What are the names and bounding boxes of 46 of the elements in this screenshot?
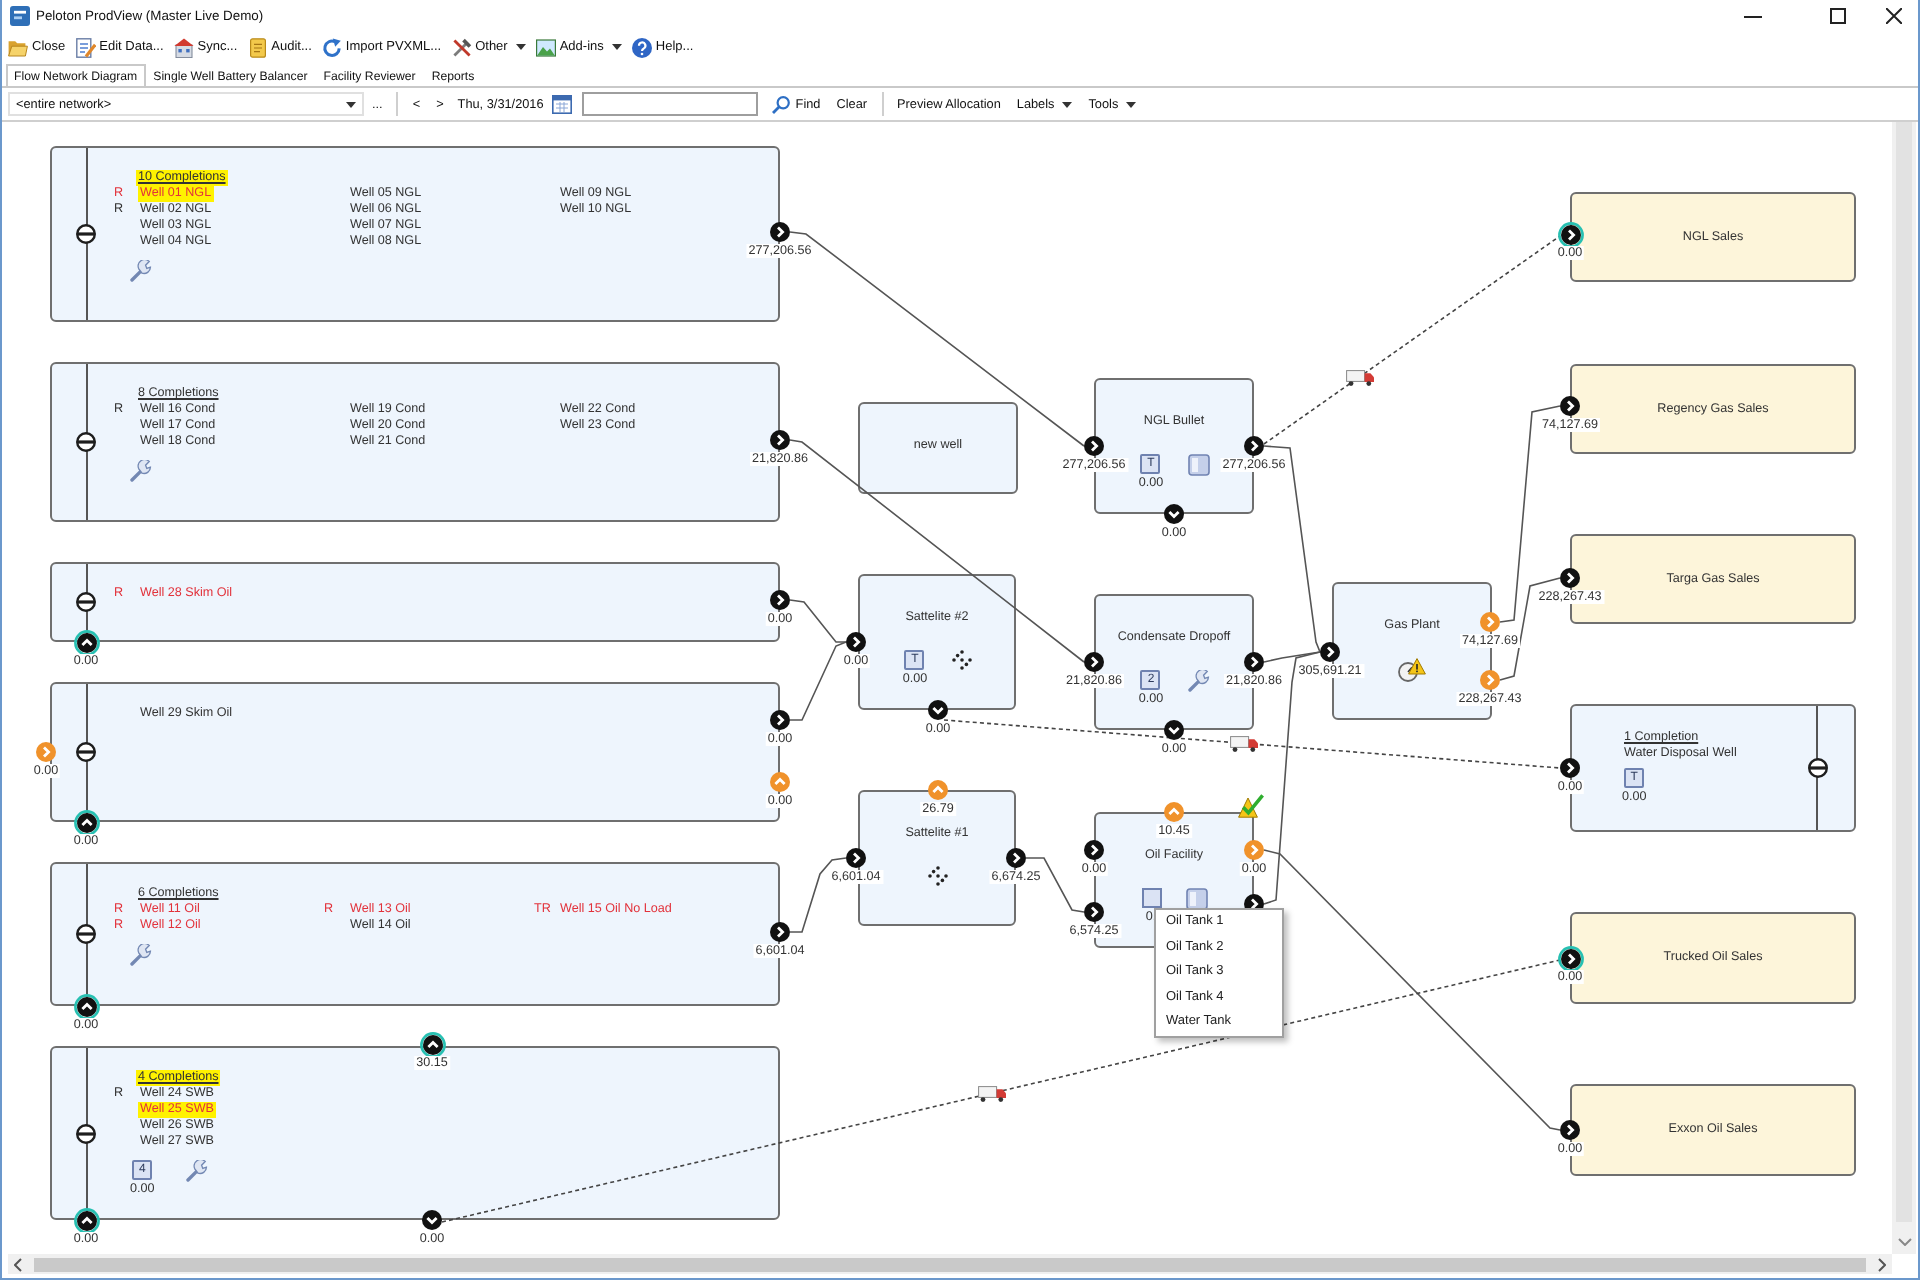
picture-icon [535,37,556,57]
scroll-left-icon[interactable] [14,1257,22,1271]
scrollbar-thumb[interactable] [1896,122,1912,1222]
truck-icon [978,1086,1006,1102]
edit-document-icon [75,37,96,57]
vertical-scrollbar[interactable] [1892,122,1916,1254]
maximize-icon[interactable] [1830,8,1846,24]
vessel-icon [1187,454,1210,476]
caret-icon [1062,101,1073,107]
search-field[interactable] [581,92,758,116]
minus-circle-icon [1808,758,1828,778]
minus-circle-icon [76,924,96,944]
close-icon[interactable] [1886,8,1902,24]
minus-circle-icon [76,224,96,244]
dots-icon [951,650,972,670]
scroll-icon [247,37,268,57]
minus-circle-icon [76,742,96,762]
calendar-icon[interactable] [551,94,572,114]
wrench-icon[interactable] [130,460,152,482]
minus-circle-icon [76,1123,96,1143]
wrench-icon[interactable] [1187,670,1210,692]
circular-arrow-icon [321,37,342,57]
scroll-down-icon[interactable] [1897,1238,1911,1246]
search-icon [771,95,790,113]
minus-circle-icon [76,592,96,612]
app-icon [10,6,30,26]
folder-icon [8,37,28,57]
truck-icon [1346,370,1374,386]
wrench-icon[interactable] [130,260,152,282]
gauge-warning-icon [1398,658,1426,682]
help-icon [631,37,652,57]
scroll-right-icon[interactable] [1878,1257,1886,1271]
minimize-icon[interactable] [1744,15,1762,17]
dots-icon [927,866,947,886]
building-icon [173,37,194,57]
horizontal-scrollbar[interactable] [8,1254,1892,1274]
tank-icon [1141,888,1161,908]
wrench-icon[interactable] [186,1160,209,1182]
scrollbar-thumb[interactable] [34,1257,1866,1271]
vessel-icon [1185,888,1207,910]
wrench-icon[interactable] [130,944,152,966]
caret-icon [346,101,356,107]
tools-icon [451,37,472,57]
minus-circle-icon [76,432,96,452]
caret-icon [1126,101,1137,107]
truck-icon [1230,736,1258,752]
